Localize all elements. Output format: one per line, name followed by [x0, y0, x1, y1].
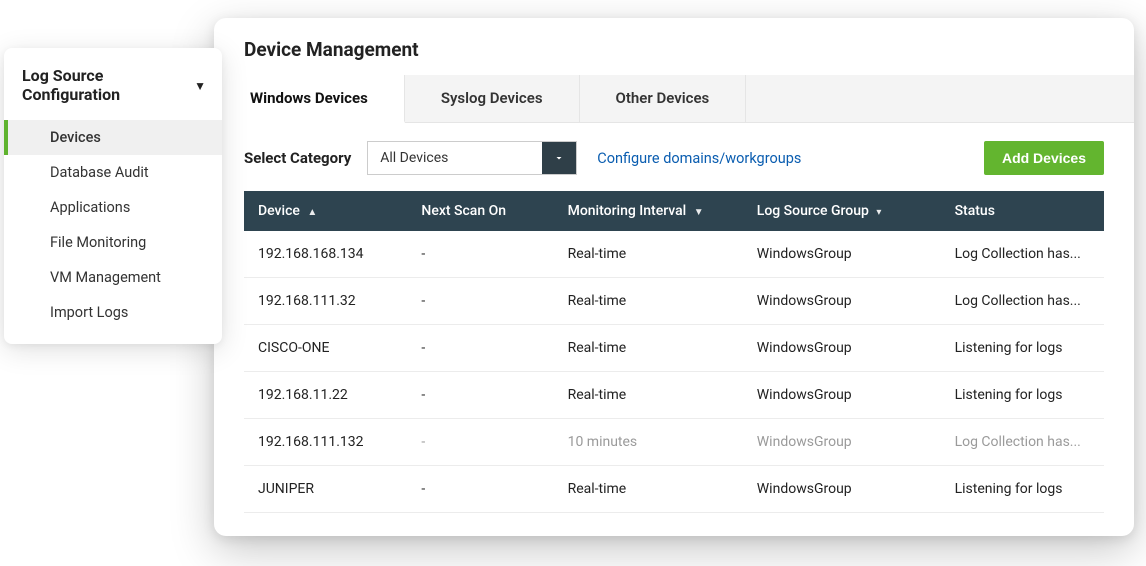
cell-device: 192.168.111.132 [244, 419, 407, 466]
cell-log-source-group: WindowsGroup [743, 325, 941, 372]
cell-device: 192.168.11.22 [244, 372, 407, 419]
cell-monitoring-interval: Real-time [554, 466, 743, 513]
cell-status: Log Collection has... [941, 231, 1104, 278]
tab-label: Windows Devices [250, 89, 368, 107]
category-label: Select Category [244, 149, 351, 167]
main-header: Device Management [214, 18, 1134, 75]
cell-next-scan: - [407, 419, 553, 466]
tab-windows-devices[interactable]: Windows Devices [214, 75, 405, 123]
sidebar-title-dropdown[interactable]: Log Source Configuration ▼ [4, 48, 222, 120]
column-header-monitoring-interval[interactable]: Monitoring Interval ▼ [554, 191, 743, 231]
sidebar-title-label: Log Source Configuration [22, 66, 188, 104]
cell-status: Log Collection has... [941, 278, 1104, 325]
column-label: Log Source Group [757, 203, 869, 219]
page-title: Device Management [244, 38, 1104, 61]
cell-log-source-group: WindowsGroup [743, 372, 941, 419]
cell-next-scan: - [407, 372, 553, 419]
cell-status: Listening for logs [941, 372, 1104, 419]
sidebar-item-label: File Monitoring [50, 234, 146, 251]
toolbar: Select Category All Devices Configure do… [214, 123, 1134, 191]
sidebar: Log Source Configuration ▼ Devices Databa… [4, 48, 222, 344]
tab-other-devices[interactable]: Other Devices [580, 75, 747, 122]
configure-domains-link[interactable]: Configure domains/workgroups [597, 150, 801, 167]
table-row[interactable]: JUNIPER-Real-timeWindowsGroupListening f… [244, 466, 1104, 513]
cell-device: 192.168.111.32 [244, 278, 407, 325]
sidebar-item-database-audit[interactable]: Database Audit [4, 155, 222, 190]
main-panel: Device Management Windows Devices Syslog … [214, 18, 1134, 536]
table-row[interactable]: 192.168.111.132-10 minutesWindowsGroupLo… [244, 419, 1104, 466]
sidebar-item-label: Applications [50, 199, 130, 216]
cell-next-scan: - [407, 325, 553, 372]
tabs: Windows Devices Syslog Devices Other Devic… [214, 75, 1134, 123]
cell-log-source-group: WindowsGroup [743, 278, 941, 325]
category-select-toggle[interactable] [542, 142, 576, 174]
cell-log-source-group: WindowsGroup [743, 419, 941, 466]
cell-next-scan: - [407, 231, 553, 278]
column-label: Device [258, 203, 300, 219]
chevron-down-icon [553, 152, 565, 164]
sidebar-item-import-logs[interactable]: Import Logs [4, 295, 222, 330]
cell-monitoring-interval: 10 minutes [554, 419, 743, 466]
table-row[interactable]: 192.168.11.22-Real-timeWindowsGroupListe… [244, 372, 1104, 419]
tab-label: Syslog Devices [441, 89, 543, 107]
sidebar-item-devices[interactable]: Devices [4, 120, 222, 155]
cell-status: Listening for logs [941, 325, 1104, 372]
column-label: Status [955, 203, 995, 219]
cell-log-source-group: WindowsGroup [743, 231, 941, 278]
column-header-next-scan[interactable]: Next Scan On [407, 191, 553, 231]
sidebar-item-label: Devices [50, 129, 101, 146]
sidebar-item-file-monitoring[interactable]: File Monitoring [4, 225, 222, 260]
cell-monitoring-interval: Real-time [554, 372, 743, 419]
sort-asc-icon: ▲ [307, 207, 317, 218]
sidebar-item-applications[interactable]: Applications [4, 190, 222, 225]
cell-monitoring-interval: Real-time [554, 231, 743, 278]
column-label: Next Scan On [421, 203, 506, 219]
caret-down-icon: ▼ [194, 79, 206, 93]
cell-device: CISCO-ONE [244, 325, 407, 372]
cell-log-source-group: WindowsGroup [743, 466, 941, 513]
column-header-log-source-group[interactable]: Log Source Group ▾ [743, 191, 941, 231]
tab-label: Other Devices [616, 89, 710, 107]
table-row[interactable]: 192.168.168.134-Real-timeWindowsGroupLog… [244, 231, 1104, 278]
category-select[interactable]: All Devices [367, 141, 577, 175]
column-label: Monitoring Interval [568, 203, 687, 219]
sidebar-item-label: Import Logs [50, 304, 128, 321]
cell-next-scan: - [407, 466, 553, 513]
tab-syslog-devices[interactable]: Syslog Devices [405, 75, 580, 122]
cell-next-scan: - [407, 278, 553, 325]
cell-monitoring-interval: Real-time [554, 325, 743, 372]
filter-icon: ▾ [876, 207, 881, 218]
category-select-value: All Devices [368, 142, 542, 174]
sidebar-item-label: VM Management [50, 269, 161, 286]
cell-device: JUNIPER [244, 466, 407, 513]
cell-monitoring-interval: Real-time [554, 278, 743, 325]
cell-device: 192.168.168.134 [244, 231, 407, 278]
table-row[interactable]: CISCO-ONE-Real-timeWindowsGroupListening… [244, 325, 1104, 372]
sort-desc-icon: ▼ [694, 207, 704, 218]
add-devices-button[interactable]: Add Devices [984, 141, 1104, 175]
table-row[interactable]: 192.168.111.32-Real-timeWindowsGroupLog … [244, 278, 1104, 325]
devices-table: Device ▲ Next Scan On Monitoring Interva… [244, 191, 1104, 513]
column-header-status[interactable]: Status [941, 191, 1104, 231]
column-header-device[interactable]: Device ▲ [244, 191, 407, 231]
sidebar-item-vm-management[interactable]: VM Management [4, 260, 222, 295]
cell-status: Listening for logs [941, 466, 1104, 513]
cell-status: Log Collection has... [941, 419, 1104, 466]
sidebar-item-label: Database Audit [50, 164, 149, 181]
